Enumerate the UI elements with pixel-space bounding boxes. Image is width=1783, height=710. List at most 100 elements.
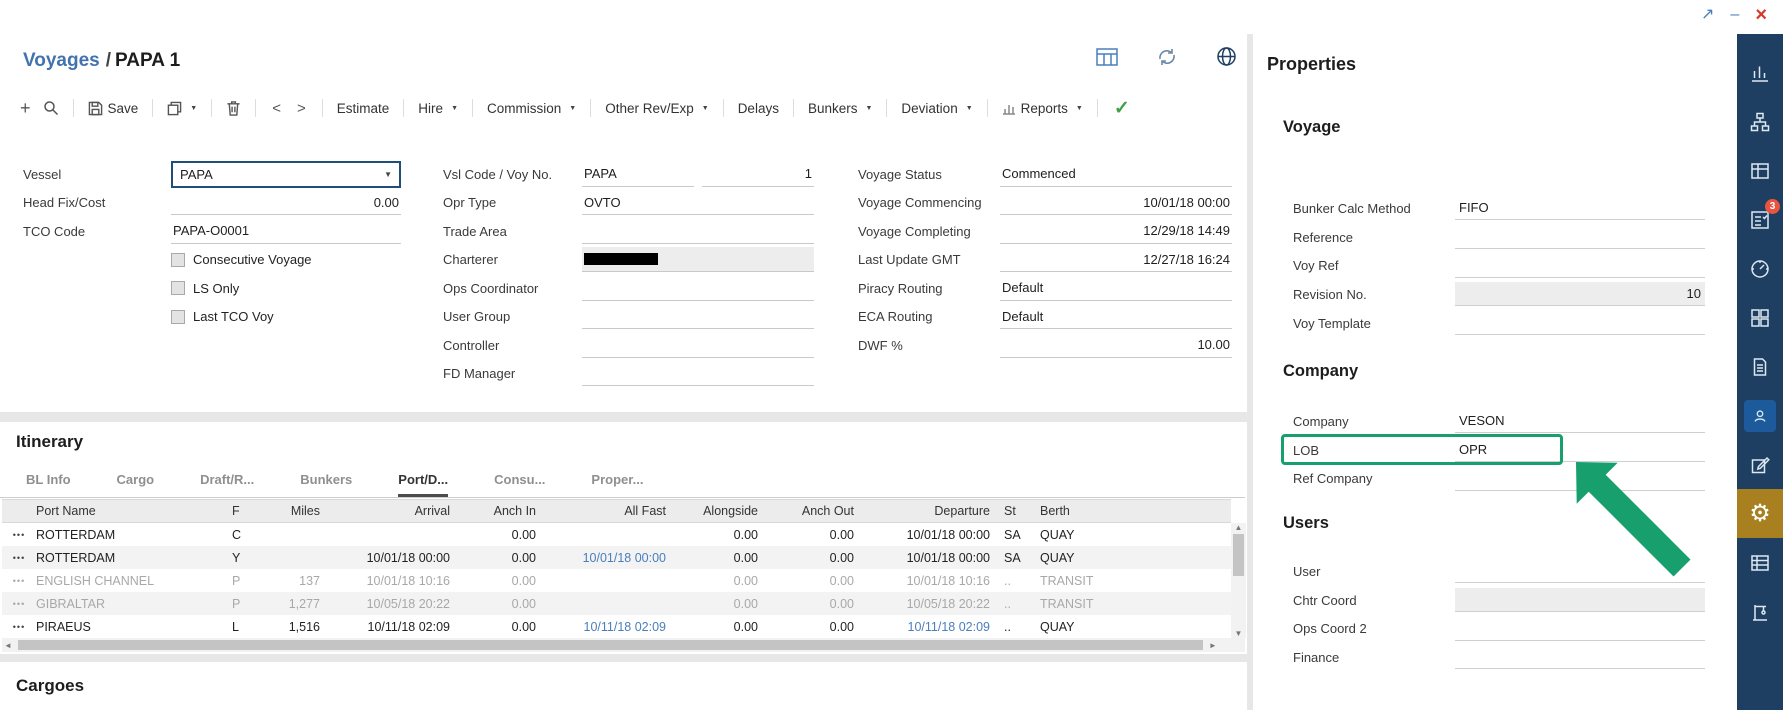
tasks-nav-button[interactable]: 3 (1737, 195, 1783, 244)
globe-icon[interactable] (1216, 46, 1237, 72)
tab-properties[interactable]: Proper... (591, 468, 643, 497)
dashboard-nav-button[interactable] (1737, 244, 1783, 293)
vessel-select[interactable]: PAPA ▼ (171, 161, 401, 188)
table-row[interactable]: ••• PIRAEUS L 1,516 10/11/18 02:09 0.00 … (2, 615, 1231, 638)
minimize-icon[interactable]: – (1730, 7, 1739, 23)
voy-ref-field[interactable] (1455, 254, 1705, 278)
controller-field[interactable] (582, 333, 814, 358)
row-menu-icon[interactable]: ••• (2, 530, 36, 540)
add-button[interactable]: + (14, 99, 37, 117)
vsl-code-field[interactable]: PAPA (582, 162, 694, 187)
piracy-routing-field[interactable]: Default (1000, 276, 1232, 301)
tab-consumption[interactable]: Consu... (494, 468, 545, 497)
grid-view-icon[interactable] (1096, 47, 1118, 72)
analytics-nav-button[interactable] (1737, 48, 1783, 97)
ops-coord-2-field[interactable] (1455, 617, 1705, 641)
delete-button[interactable] (220, 100, 247, 116)
horizontal-scrollbar[interactable]: ◄ ► (2, 638, 1245, 652)
trade-area-field[interactable] (582, 219, 814, 244)
row-menu-icon[interactable]: ••• (2, 553, 36, 563)
deviation-menu-button[interactable]: Deviation▼ (895, 101, 978, 116)
data-grid-nav-button[interactable] (1737, 538, 1783, 587)
tab-bunkers[interactable]: Bunkers (300, 468, 352, 497)
scroll-right-icon[interactable]: ► (1207, 641, 1219, 650)
cell-miles: 137 (262, 574, 326, 588)
validate-check-icon[interactable]: ✓ (1106, 97, 1138, 120)
user-field[interactable] (1455, 559, 1705, 583)
piracy-routing-label: Piracy Routing (858, 281, 1000, 296)
bunkers-menu-button[interactable]: Bunkers▼ (802, 101, 878, 116)
ls-only-checkbox[interactable]: LS Only (171, 274, 401, 303)
port-operations-nav-button[interactable] (1737, 587, 1783, 636)
charterer-field[interactable] (582, 247, 814, 272)
reports-menu-button[interactable]: Reports▼ (996, 101, 1089, 116)
dwf-field[interactable]: 10.00 (1000, 333, 1232, 358)
scroll-down-icon[interactable]: ▼ (1233, 629, 1245, 638)
save-button[interactable]: Save (82, 101, 145, 116)
head-fix-cost-field[interactable]: 0.00 (171, 190, 401, 215)
scrollbar-thumb[interactable] (1233, 534, 1244, 576)
cell-all-fast-link[interactable]: 10/11/18 02:09 (542, 620, 672, 634)
compose-nav-button[interactable] (1737, 440, 1783, 489)
cell-departure-link[interactable]: 10/11/18 02:09 (860, 620, 996, 634)
scroll-left-icon[interactable]: ◄ (2, 641, 14, 650)
tco-code-field[interactable]: PAPA-O0001 (171, 219, 401, 244)
sync-icon[interactable] (1156, 47, 1178, 72)
close-icon[interactable]: × (1755, 5, 1767, 25)
contacts-nav-button[interactable] (1737, 391, 1783, 440)
delays-button[interactable]: Delays (732, 101, 785, 116)
other-rev-exp-menu-button[interactable]: Other Rev/Exp▼ (599, 101, 714, 116)
table-row[interactable]: ••• ENGLISH CHANNEL P 137 10/01/18 10:16… (2, 569, 1231, 592)
scrollbar-thumb[interactable] (18, 640, 1203, 650)
voyage-completing-field[interactable]: 12/29/18 14:49 (1000, 219, 1232, 244)
table-row[interactable]: ••• ROTTERDAM C 0.00 0.00 0.00 10/01/18 … (2, 523, 1231, 546)
tab-cargo[interactable]: Cargo (117, 468, 155, 497)
copy-menu-button[interactable]: ▼ (161, 101, 203, 116)
last-update-gmt-field[interactable]: 12/27/18 16:24 (1000, 247, 1232, 272)
consecutive-voyage-checkbox[interactable]: Consecutive Voyage (171, 246, 401, 275)
voyage-status-field[interactable]: Commenced (1000, 162, 1232, 187)
org-structure-nav-button[interactable] (1737, 97, 1783, 146)
finance-field[interactable] (1455, 645, 1705, 669)
tab-port-dates[interactable]: Port/D... (398, 468, 448, 497)
row-menu-icon[interactable]: ••• (2, 576, 36, 586)
scroll-up-icon[interactable]: ▲ (1233, 523, 1245, 532)
vertical-scrollbar[interactable]: ▲ ▼ (1231, 523, 1246, 638)
eca-routing-field[interactable]: Default (1000, 304, 1232, 329)
voy-no-field[interactable]: 1 (702, 162, 814, 187)
user-group-field[interactable] (582, 304, 814, 329)
next-record-button[interactable]: > (289, 100, 314, 117)
lob-field[interactable]: OPR (1455, 438, 1705, 462)
row-menu-icon[interactable]: ••• (2, 599, 36, 609)
cell-arrival: 10/01/18 10:16 (326, 574, 456, 588)
row-menu-icon[interactable]: ••• (2, 622, 36, 632)
popout-icon[interactable]: ↗ (1701, 7, 1714, 23)
documents-nav-button[interactable] (1737, 342, 1783, 391)
company-field[interactable]: VESON (1455, 409, 1705, 433)
opr-type-field[interactable]: OVTO (582, 190, 814, 215)
ops-coordinator-field[interactable] (582, 276, 814, 301)
voy-template-field[interactable] (1455, 311, 1705, 335)
previous-record-button[interactable]: < (264, 100, 289, 117)
modules-nav-button[interactable] (1737, 293, 1783, 342)
cell-all-fast-link[interactable]: 10/01/18 00:00 (542, 551, 672, 565)
table-row[interactable]: ••• ROTTERDAM Y 10/01/18 00:00 0.00 10/0… (2, 546, 1231, 569)
fd-manager-field[interactable] (582, 361, 814, 386)
tab-bl-info[interactable]: BL Info (26, 468, 71, 497)
last-tco-voy-checkbox[interactable]: Last TCO Voy (171, 303, 401, 332)
search-button[interactable] (37, 100, 65, 116)
settings-nav-button[interactable]: ⚙ (1737, 489, 1783, 538)
user-group-label: User Group (443, 309, 582, 324)
ref-company-field[interactable] (1455, 467, 1705, 491)
commission-menu-button[interactable]: Commission▼ (481, 101, 582, 116)
estimate-button[interactable]: Estimate (331, 101, 396, 116)
table-row[interactable]: ••• GIBRALTAR P 1,277 10/05/18 20:22 0.0… (2, 592, 1231, 615)
hire-menu-button[interactable]: Hire▼ (412, 101, 464, 116)
reference-field[interactable] (1455, 225, 1705, 249)
bunker-calc-method-field[interactable]: FIFO (1455, 196, 1705, 220)
voyage-commencing-field[interactable]: 10/01/18 00:00 (1000, 190, 1232, 215)
breadcrumb-voyages-link[interactable]: Voyages (23, 50, 100, 71)
tab-draft-restrictions[interactable]: Draft/R... (200, 468, 254, 497)
spreadsheet-nav-button[interactable] (1737, 146, 1783, 195)
cell-port: GIBRALTAR (36, 597, 232, 611)
